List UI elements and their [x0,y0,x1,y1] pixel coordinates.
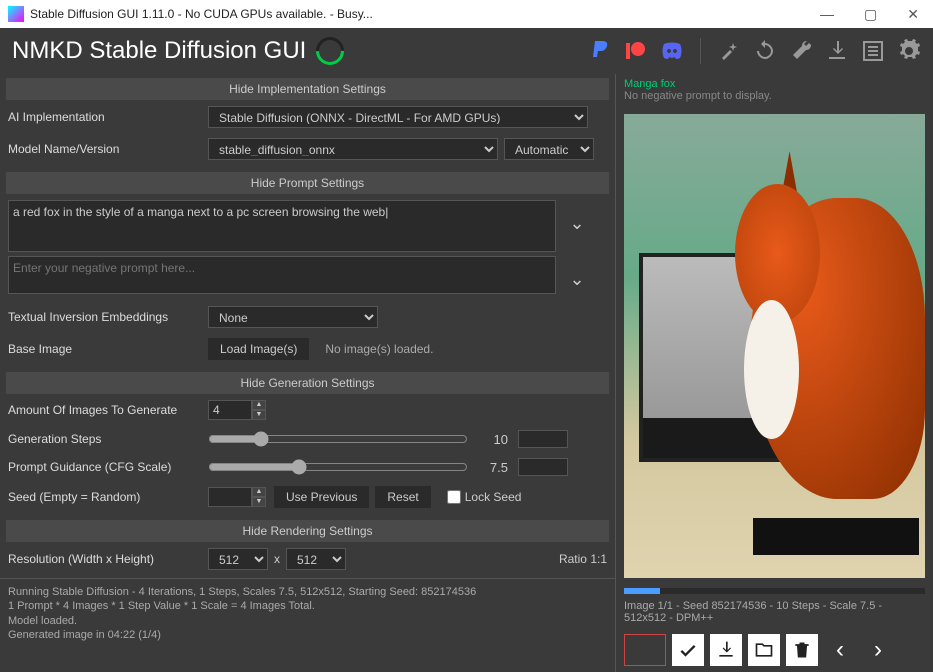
cfg-slider[interactable] [208,459,468,475]
save-button[interactable] [710,634,742,666]
impl-section-header[interactable]: Hide Implementation Settings [6,78,609,100]
close-button[interactable]: ✕ [901,4,925,25]
next-image-button[interactable]: › [862,634,894,666]
separator [700,38,701,64]
download-icon[interactable] [825,39,849,63]
cfg-value: 7.5 [478,460,508,475]
prompt-section-header[interactable]: Hide Prompt Settings [6,172,609,194]
model-label: Model Name/Version [8,142,208,156]
paypal-icon[interactable] [588,39,612,63]
check-button[interactable] [672,634,704,666]
expand-prompt-button[interactable]: ⌄ [562,200,592,246]
base-image-label: Base Image [8,342,208,356]
ratio-text: Ratio 1:1 [559,552,607,566]
textual-inv-select[interactable]: None [208,306,378,328]
minimize-button[interactable]: — [814,4,840,25]
steps-value: 10 [478,432,508,447]
patreon-icon[interactable] [624,39,648,63]
x-separator: x [274,552,280,566]
preview-image[interactable] [624,114,925,578]
preview-title: Manga fox [624,78,925,90]
steps-box[interactable] [518,430,568,448]
ai-impl-label: AI Implementation [8,110,208,124]
progress-bar [624,588,925,594]
logo-icon [311,31,351,71]
load-images-button[interactable]: Load Image(s) [208,338,309,360]
cfg-box[interactable] [518,458,568,476]
model-auto-select[interactable]: Automatic [504,138,594,160]
amount-label: Amount Of Images To Generate [8,403,208,417]
log-line: Model loaded. [8,614,607,628]
model-select[interactable]: stable_diffusion_onnx [208,138,498,160]
amount-input[interactable] [208,400,252,420]
seed-up[interactable]: ▲ [252,487,266,497]
seed-input[interactable] [208,487,252,507]
list-icon[interactable] [861,39,885,63]
log-line: 1 Prompt * 4 Images * 1 Step Value * 1 S… [8,599,607,613]
log-line: Running Stable Diffusion - 4 Iterations,… [8,585,607,599]
expand-neg-prompt-button[interactable]: ⌄ [562,256,592,302]
magic-wand-icon[interactable] [717,39,741,63]
textual-inv-label: Textual Inversion Embeddings [8,310,208,324]
log-line: Generated image in 04:22 (1/4) [8,628,607,642]
amount-down[interactable]: ▼ [252,410,266,420]
steps-label: Generation Steps [8,432,208,446]
reset-seed-button[interactable]: Reset [375,486,430,508]
log-panel: Running Stable Diffusion - 4 Iterations,… [0,578,615,648]
steps-slider[interactable] [208,431,468,447]
app-title: NMKD Stable Diffusion GUI [12,37,306,65]
res-width-select[interactable]: 512 [208,548,268,570]
render-section-header[interactable]: Hide Rendering Settings [6,520,609,542]
resolution-label: Resolution (Width x Height) [8,552,208,566]
gen-section-header[interactable]: Hide Generation Settings [6,372,609,394]
res-height-select[interactable]: 512 [286,548,346,570]
gear-icon[interactable] [897,39,921,63]
maximize-button[interactable]: ▢ [858,4,883,25]
prompt-input[interactable]: a red fox in the style of a manga next t… [8,200,556,252]
preview-neg-text: No negative prompt to display. [624,90,925,102]
cfg-label: Prompt Guidance (CFG Scale) [8,460,208,474]
window-title: Stable Diffusion GUI 1.11.0 - No CUDA GP… [30,7,373,21]
seed-down[interactable]: ▼ [252,497,266,507]
prev-image-button[interactable]: ‹ [824,634,856,666]
ai-impl-select[interactable]: Stable Diffusion (ONNX - DirectML - For … [208,106,588,128]
app-icon [8,6,24,22]
amount-up[interactable]: ▲ [252,400,266,410]
lock-seed-checkbox[interactable] [447,490,461,504]
thumbnail[interactable] [624,634,666,666]
delete-button[interactable] [786,634,818,666]
refresh-icon[interactable] [753,39,777,63]
image-info: Image 1/1 - Seed 852174536 - 10 Steps - … [616,596,933,628]
lock-seed-label: Lock Seed [465,490,522,504]
wrench-icon[interactable] [789,39,813,63]
folder-button[interactable] [748,634,780,666]
negative-prompt-input[interactable] [8,256,556,294]
discord-icon[interactable] [660,39,684,63]
seed-label: Seed (Empty = Random) [8,490,208,504]
use-previous-button[interactable]: Use Previous [274,486,369,508]
no-images-text: No image(s) loaded. [325,342,433,356]
